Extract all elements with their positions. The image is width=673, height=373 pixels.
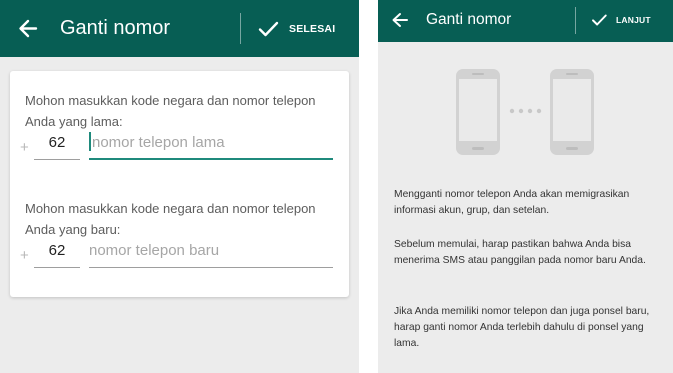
back-arrow-icon bbox=[19, 19, 38, 38]
phone-icon bbox=[456, 69, 500, 155]
divider bbox=[240, 13, 241, 44]
new-phone-number-placeholder: nomor telepon baru bbox=[89, 242, 220, 259]
old-country-code-field[interactable]: 62 bbox=[34, 130, 80, 160]
dots-icon bbox=[509, 108, 542, 114]
new-country-code-field[interactable]: 62 bbox=[34, 238, 80, 268]
info-paragraph: Mengganti nomor telepon Anda akan memigr… bbox=[394, 189, 630, 216]
old-number-prompt: Mohon masukkan kode negara dan nomor tel… bbox=[25, 93, 316, 129]
phone-icon bbox=[550, 69, 594, 155]
phone-migration-illustration bbox=[456, 69, 596, 164]
text-cursor bbox=[89, 131, 91, 151]
divider bbox=[575, 7, 576, 34]
right-screen: Ganti nomor LANJUT Mengganti nomor telep… bbox=[378, 0, 673, 373]
checkmark-icon bbox=[258, 21, 279, 36]
phone-number-card: Mohon masukkan kode negara dan nomor tel… bbox=[10, 71, 349, 297]
back-button[interactable] bbox=[388, 0, 414, 42]
next-button[interactable]: LANJUT bbox=[590, 0, 651, 40]
info-paragraph: Sebelum memulai, harap pastikan bahwa An… bbox=[394, 239, 646, 266]
new-number-prompt: Mohon masukkan kode negara dan nomor tel… bbox=[25, 201, 316, 237]
app-bar: Ganti nomor LANJUT bbox=[378, 0, 673, 42]
checkmark-icon bbox=[592, 14, 607, 26]
plus-sign: + bbox=[20, 139, 29, 156]
app-bar: Ganti nomor SELESAI bbox=[0, 0, 359, 57]
new-phone-number-field[interactable]: nomor telepon baru bbox=[89, 238, 333, 268]
back-button[interactable] bbox=[14, 0, 44, 57]
done-button[interactable]: SELESAI bbox=[256, 0, 335, 57]
page-title: Ganti nomor bbox=[426, 11, 512, 28]
plus-sign: + bbox=[20, 247, 29, 264]
next-button-label: LANJUT bbox=[616, 15, 651, 25]
back-arrow-icon bbox=[392, 13, 408, 27]
page-title: Ganti nomor bbox=[60, 17, 171, 39]
old-phone-number-field[interactable]: nomor telepon lama bbox=[89, 130, 333, 160]
info-paragraph: Jika Anda memiliki nomor telepon dan jug… bbox=[394, 306, 650, 349]
old-phone-number-placeholder: nomor telepon lama bbox=[92, 134, 225, 151]
left-screen: Ganti nomor SELESAI Mohon masukkan kode … bbox=[0, 0, 359, 373]
done-button-label: SELESAI bbox=[289, 22, 336, 35]
